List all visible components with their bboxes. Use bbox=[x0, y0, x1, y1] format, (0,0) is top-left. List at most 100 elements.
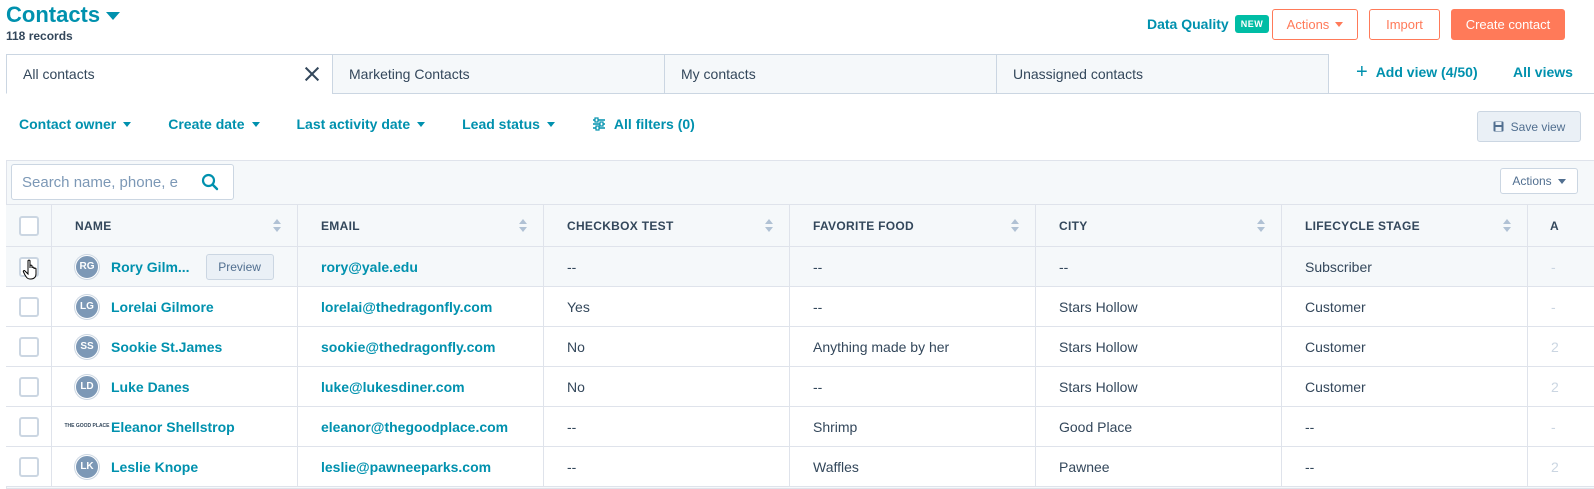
table-row[interactable]: RG Rory Gilm... Preview rory@yale.edu --… bbox=[6, 247, 1594, 287]
partial-cell: - bbox=[1551, 418, 1556, 435]
column-header-city[interactable]: CITY bbox=[1036, 205, 1282, 247]
partial-cell: - bbox=[1551, 298, 1556, 315]
tab-my-contacts[interactable]: My contacts bbox=[664, 54, 997, 94]
checkbox-test-cell: -- bbox=[544, 407, 790, 446]
chevron-down-icon bbox=[106, 12, 121, 20]
data-quality-link[interactable]: Data Quality NEW bbox=[1147, 15, 1270, 33]
checkbox-test-cell: -- bbox=[544, 247, 790, 286]
column-header-email[interactable]: EMAIL bbox=[298, 205, 544, 247]
select-all-checkbox[interactable] bbox=[18, 216, 39, 236]
avatar: LD bbox=[75, 374, 99, 399]
favorite-food-cell: -- bbox=[790, 367, 1036, 406]
column-label: CHECKBOX TEST bbox=[567, 219, 674, 233]
search-input[interactable] bbox=[22, 173, 197, 191]
data-quality-label: Data Quality bbox=[1147, 16, 1229, 32]
name-cell: LK Leslie Knope bbox=[52, 447, 298, 486]
email-link[interactable]: rory@yale.edu bbox=[298, 247, 544, 286]
name-cell: THE GOOD PLACE Eleanor Shellstrop bbox=[52, 407, 298, 446]
email-link[interactable]: luke@lukesdiner.com bbox=[298, 367, 544, 406]
actions-label: Actions bbox=[1286, 17, 1330, 32]
caret-down-icon bbox=[251, 121, 260, 127]
sort-icon[interactable] bbox=[1011, 219, 1019, 233]
city-cell: Stars Hollow bbox=[1036, 367, 1282, 406]
city-cell: -- bbox=[1036, 247, 1282, 286]
email-link[interactable]: sookie@thedragonfly.com bbox=[298, 327, 544, 366]
add-view-button[interactable]: + Add view (4/50) bbox=[1356, 61, 1478, 83]
table-actions-button[interactable]: Actions bbox=[1500, 168, 1578, 194]
checkbox-test-cell: No bbox=[544, 367, 790, 406]
column-label: FAVORITE FOOD bbox=[813, 219, 915, 233]
lifecycle-stage-cell: Customer bbox=[1282, 287, 1528, 326]
all-filters-button[interactable]: All filters (0) bbox=[592, 116, 695, 132]
filter-contact-owner[interactable]: Contact owner bbox=[19, 116, 132, 132]
contact-name-link[interactable]: Eleanor Shellstrop bbox=[111, 419, 235, 435]
row-checkbox[interactable] bbox=[18, 296, 39, 317]
name-cell: SS Sookie St.James bbox=[52, 327, 298, 366]
filter-create-date[interactable]: Create date bbox=[168, 116, 260, 132]
email-link[interactable]: eleanor@thegoodplace.com bbox=[298, 407, 544, 446]
tab-marketing-contacts[interactable]: Marketing Contacts bbox=[332, 54, 665, 94]
sort-icon[interactable] bbox=[519, 219, 527, 233]
caret-down-icon bbox=[1557, 178, 1566, 184]
row-checkbox[interactable] bbox=[18, 336, 39, 357]
row-checkbox[interactable] bbox=[18, 416, 39, 437]
checkbox-test-cell: No bbox=[544, 327, 790, 366]
page-title-dropdown[interactable]: Contacts bbox=[6, 2, 121, 28]
column-header-favorite-food[interactable]: FAVORITE FOOD bbox=[790, 205, 1036, 247]
actions-button[interactable]: Actions bbox=[1272, 9, 1358, 40]
city-cell: Pawnee bbox=[1036, 447, 1282, 486]
email-link[interactable]: lorelai@thedragonfly.com bbox=[298, 287, 544, 326]
name-cell: LD Luke Danes bbox=[52, 367, 298, 406]
contact-name-link[interactable]: Leslie Knope bbox=[111, 459, 198, 475]
sort-icon[interactable] bbox=[765, 219, 773, 233]
filter-bar: Contact owner Create date Last activity … bbox=[19, 116, 695, 132]
sort-icon[interactable] bbox=[273, 219, 281, 233]
company-logo-avatar: THE GOOD PLACE bbox=[65, 414, 110, 439]
partial-cell: 2 bbox=[1551, 378, 1559, 395]
table-row[interactable]: SS Sookie St.James sookie@thedragonfly.c… bbox=[6, 327, 1594, 367]
tab-label: Unassigned contacts bbox=[1013, 66, 1143, 82]
sort-icon[interactable] bbox=[1503, 219, 1511, 233]
all-filters-label: All filters (0) bbox=[613, 116, 695, 132]
partial-cell: 2 bbox=[1551, 458, 1559, 475]
filter-label: Last activity date bbox=[296, 116, 411, 132]
filter-last-activity-date[interactable]: Last activity date bbox=[297, 116, 426, 132]
column-header-checkbox-test[interactable]: CHECKBOX TEST bbox=[544, 205, 790, 247]
plus-icon: + bbox=[1356, 61, 1368, 83]
tab-unassigned-contacts[interactable]: Unassigned contacts bbox=[996, 54, 1329, 94]
search-box[interactable] bbox=[11, 164, 234, 200]
caret-down-icon bbox=[546, 121, 555, 127]
contact-name-link[interactable]: Lorelai Gilmore bbox=[111, 299, 214, 315]
email-link[interactable]: leslie@pawneeparks.com bbox=[298, 447, 544, 486]
tab-divider bbox=[1320, 93, 1594, 94]
search-icon[interactable] bbox=[201, 173, 219, 191]
filter-label: Create date bbox=[168, 116, 245, 132]
close-icon[interactable] bbox=[304, 66, 320, 82]
column-header-lifecycle-stage[interactable]: LIFECYCLE STAGE bbox=[1282, 205, 1528, 247]
sort-icon[interactable] bbox=[1257, 219, 1265, 233]
column-header-name[interactable]: NAME bbox=[52, 205, 298, 247]
tab-label: My contacts bbox=[681, 66, 756, 82]
row-select-cell bbox=[6, 287, 52, 326]
row-checkbox[interactable] bbox=[18, 376, 39, 397]
table-row[interactable]: THE GOOD PLACE Eleanor Shellstrop eleano… bbox=[6, 407, 1594, 447]
contact-name-link[interactable]: Rory Gilm... bbox=[111, 259, 190, 275]
all-views-link[interactable]: All views bbox=[1513, 64, 1573, 80]
column-header-partial[interactable]: A bbox=[1528, 205, 1594, 247]
favorite-food-cell: -- bbox=[790, 247, 1036, 286]
preview-button[interactable]: Preview bbox=[205, 253, 274, 280]
lifecycle-stage-cell: Customer bbox=[1282, 327, 1528, 366]
city-cell: Good Place bbox=[1036, 407, 1282, 446]
create-contact-button[interactable]: Create contact bbox=[1451, 9, 1565, 40]
contact-name-link[interactable]: Sookie St.James bbox=[111, 339, 222, 355]
import-button[interactable]: Import bbox=[1369, 9, 1440, 40]
table-row[interactable]: LD Luke Danes luke@lukesdiner.com No -- … bbox=[6, 367, 1594, 407]
table-row[interactable]: LG Lorelai Gilmore lorelai@thedragonfly.… bbox=[6, 287, 1594, 327]
save-view-button[interactable]: Save view bbox=[1477, 111, 1581, 142]
row-checkbox[interactable] bbox=[18, 456, 39, 477]
tab-all-contacts[interactable]: All contacts bbox=[6, 54, 333, 94]
contact-name-link[interactable]: Luke Danes bbox=[111, 379, 190, 395]
table-row[interactable]: LK Leslie Knope leslie@pawneeparks.com -… bbox=[6, 447, 1594, 487]
column-label: LIFECYCLE STAGE bbox=[1305, 219, 1420, 233]
filter-lead-status[interactable]: Lead status bbox=[462, 116, 555, 132]
